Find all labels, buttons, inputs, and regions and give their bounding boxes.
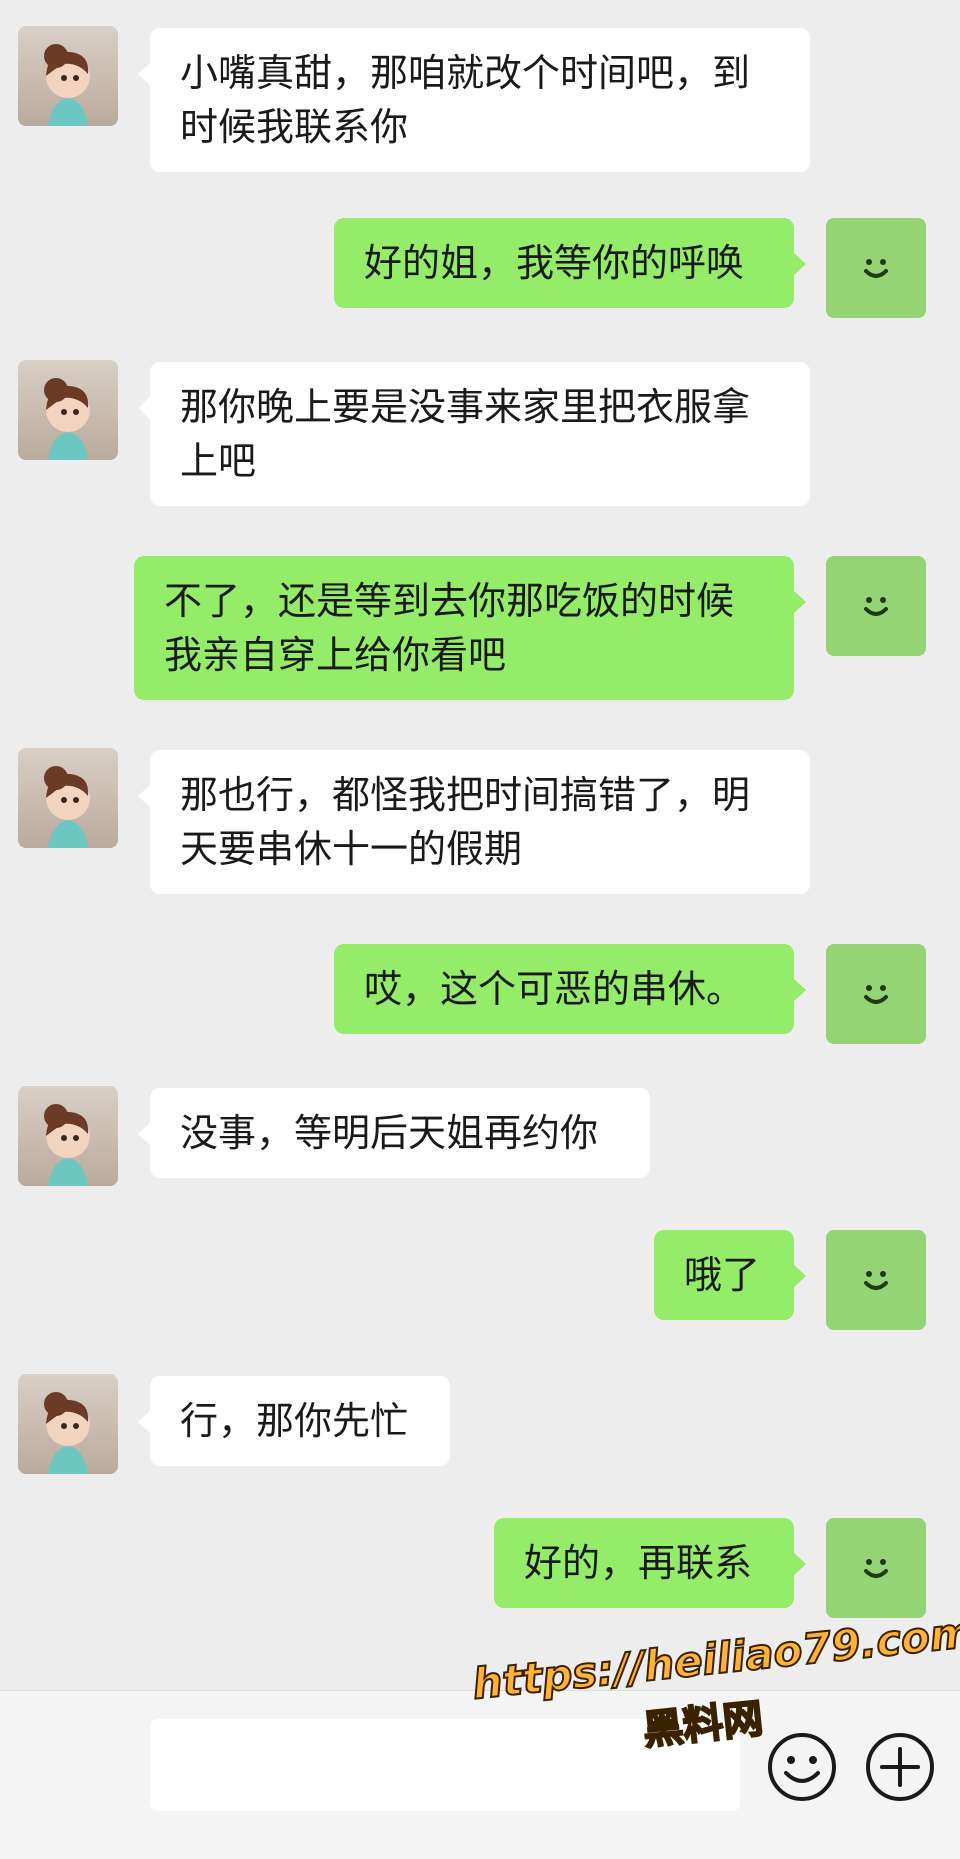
my-avatar[interactable]	[826, 944, 926, 1044]
watermark-name: 黑料网	[640, 1695, 766, 1755]
girl-avatar-icon	[44, 766, 90, 848]
outgoing-message: 好的姐，我等你的呼唤	[334, 218, 806, 308]
girl-avatar-icon	[44, 378, 90, 460]
smile-face-icon	[864, 597, 888, 616]
incoming-message: 行，那你先忙	[138, 1376, 450, 1466]
smile-face-icon	[864, 985, 888, 1004]
my-avatar[interactable]	[826, 1518, 926, 1618]
incoming-message: 小嘴真甜，那咱就改个时间吧，到时候我联系你	[138, 28, 810, 172]
outgoing-message: 哦了	[654, 1230, 806, 1320]
outgoing-message: 好的，再联系	[494, 1518, 806, 1608]
incoming-message: 那也行，都怪我把时间搞错了，明天要串休十一的假期	[138, 750, 810, 894]
smile-face-icon	[864, 259, 888, 278]
girl-avatar-icon	[44, 1392, 90, 1474]
outgoing-message: 不了，还是等到去你那吃饭的时候我亲自穿上给你看吧	[134, 556, 806, 700]
girl-avatar-icon	[44, 44, 90, 126]
contact-avatar[interactable]	[18, 748, 118, 848]
my-avatar[interactable]	[826, 218, 926, 318]
smile-face-icon	[864, 1271, 888, 1290]
contact-avatar[interactable]	[18, 1374, 118, 1474]
more-button[interactable]	[862, 1729, 938, 1805]
my-avatar[interactable]	[826, 556, 926, 656]
smile-face-icon	[864, 1559, 888, 1578]
chat-area[interactable]: 小嘴真甜，那咱就改个时间吧，到时候我联系你 好的姐，我等你的呼唤 那你晚上要是没…	[0, 0, 960, 1690]
plus-icon	[866, 1733, 934, 1801]
contact-avatar[interactable]	[18, 26, 118, 126]
outgoing-message: 哎，这个可恶的串休。	[334, 944, 806, 1034]
incoming-message: 没事，等明后天姐再约你	[138, 1088, 650, 1178]
my-avatar[interactable]	[826, 1230, 926, 1330]
girl-avatar-icon	[44, 1104, 90, 1186]
contact-avatar[interactable]	[18, 360, 118, 460]
incoming-message: 那你晚上要是没事来家里把衣服拿上吧	[138, 362, 810, 506]
contact-avatar[interactable]	[18, 1086, 118, 1186]
